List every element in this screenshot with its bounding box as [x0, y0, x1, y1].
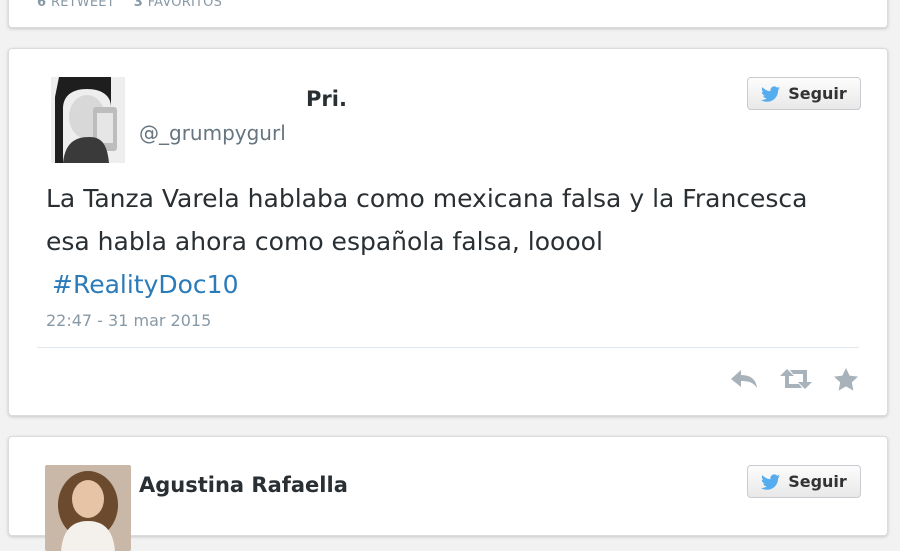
- twitter-bird-icon: [761, 85, 781, 102]
- avatar[interactable]: [45, 77, 131, 163]
- tweet-actions: [729, 367, 859, 391]
- reply-icon[interactable]: [729, 367, 759, 391]
- hashtag-link[interactable]: #RealityDoc10: [46, 270, 239, 299]
- favorites-label[interactable]: FAVORITOS: [148, 0, 222, 10]
- twitter-bird-icon: [761, 473, 781, 490]
- follow-label: Seguir: [788, 472, 847, 491]
- tweet-timestamp[interactable]: 22:47 - 31 mar 2015: [46, 311, 211, 330]
- avatar[interactable]: [45, 465, 131, 551]
- tweet-stats: 6 RETWEET 3 FAVORITOS: [37, 0, 222, 10]
- retweets-label[interactable]: RETWEET: [51, 0, 115, 10]
- follow-button[interactable]: Seguir: [747, 77, 861, 110]
- retweet-icon[interactable]: [779, 367, 813, 391]
- follow-button[interactable]: Seguir: [747, 465, 861, 498]
- follow-label: Seguir: [788, 84, 847, 103]
- user-handle[interactable]: @_grumpygurl: [139, 121, 286, 145]
- user-name[interactable]: Pri.: [306, 87, 347, 111]
- tweet-body: La Tanza Varela hablaba como mexicana fa…: [46, 184, 808, 256]
- tweet-text: La Tanza Varela hablaba como mexicana fa…: [46, 177, 846, 306]
- divider: [37, 347, 859, 348]
- favorite-icon[interactable]: [833, 367, 859, 391]
- tweet-card: Agustina Rafaella Seguir: [8, 436, 888, 551]
- favorites-count[interactable]: 3: [134, 0, 143, 10]
- retweets-count[interactable]: 6: [37, 0, 46, 10]
- tweet-card: Pri. @_grumpygurl Seguir La Tanza Varela…: [8, 48, 888, 416]
- tweet-card: 6 RETWEET 3 FAVORITOS: [8, 0, 888, 28]
- user-name[interactable]: Agustina Rafaella: [139, 473, 348, 497]
